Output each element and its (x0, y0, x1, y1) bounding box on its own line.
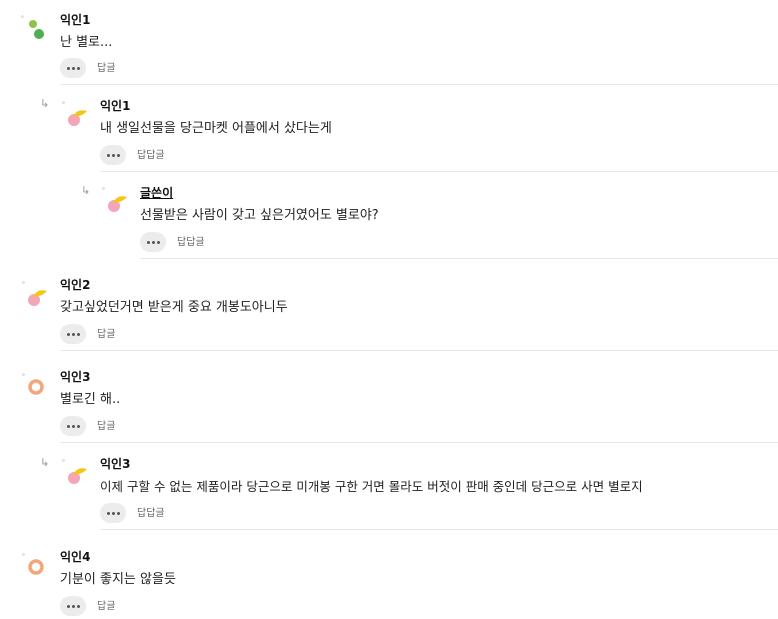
comment-author[interactable]: 익인1 (100, 98, 130, 114)
more-options-button[interactable] (60, 324, 86, 344)
comment-text: 기분이 좋지는 않을듯 (60, 572, 176, 587)
divider (60, 350, 778, 351)
comment-text: 별로긴 해.. (60, 392, 121, 407)
tiny-mark: ᵒ (21, 14, 24, 22)
divider (140, 258, 778, 259)
reply-arrow-icon: ↳ (40, 456, 50, 469)
comment-text: 난 별로... (60, 35, 113, 50)
more-options-button[interactable] (60, 58, 86, 78)
comment-text: 갖고싶었던거면 받은게 중요 개봉도아니두 (60, 300, 288, 315)
reply-button[interactable]: 답답글 (137, 149, 165, 163)
green-dots-avatar-icon (26, 18, 52, 44)
more-options-button[interactable] (60, 596, 86, 616)
comment-text: 선물받은 사람이 갖고 싶은거였어도 별로야? (140, 208, 379, 223)
reply-button[interactable]: 답답글 (177, 236, 205, 250)
reply-arrow-icon: ↳ (40, 97, 50, 110)
reply-button[interactable]: 답글 (97, 420, 115, 434)
reply-button[interactable]: 답글 (97, 62, 115, 76)
more-options-button[interactable] (140, 232, 166, 252)
reply-arrow-icon: ↳ (81, 184, 91, 197)
reply-button[interactable]: 답답글 (137, 507, 165, 521)
more-options-button[interactable] (60, 416, 86, 436)
divider (100, 529, 778, 530)
comment-author[interactable]: 익인1 (60, 12, 90, 28)
more-options-button[interactable] (100, 503, 126, 523)
yellow-pink-avatar-icon (65, 462, 91, 488)
divider (100, 171, 778, 172)
yellow-pink-avatar-icon (25, 284, 51, 310)
yellow-pink-avatar-icon (105, 190, 131, 216)
reply-button[interactable]: 답글 (97, 600, 115, 614)
comment-author-op[interactable]: 글쓴이 (140, 185, 173, 201)
orange-ring-avatar-icon (25, 376, 51, 402)
divider (60, 84, 778, 85)
comment-text: 내 생일선물을 당근마켓 어플에서 샀다는게 (100, 121, 332, 136)
reply-button[interactable]: 답글 (97, 328, 115, 342)
comment-author[interactable]: 익인2 (60, 277, 90, 293)
divider (60, 442, 778, 443)
orange-ring-avatar-icon (25, 556, 51, 582)
more-options-button[interactable] (100, 145, 126, 165)
comment-text: 이제 구할 수 없는 제품이라 당근으로 미개봉 구한 거면 몰라도 버젓이 판… (100, 479, 643, 494)
comment-author[interactable]: 익인3 (100, 456, 130, 472)
comment-author[interactable]: 익인3 (60, 369, 90, 385)
yellow-pink-avatar-icon (65, 104, 91, 130)
comment-author[interactable]: 익인4 (60, 549, 90, 565)
